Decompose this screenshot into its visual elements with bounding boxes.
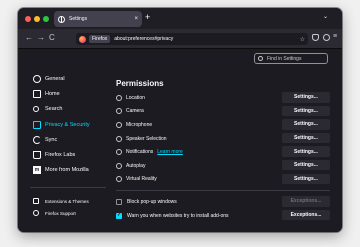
permission-row-camera: Camera Settings... xyxy=(116,105,330,119)
category-sidebar: General Home Search Privacy & Security S… xyxy=(30,71,110,178)
autoplay-settings-button[interactable]: Settings... xyxy=(282,159,330,171)
new-tab-button[interactable]: + xyxy=(145,12,150,22)
microphone-icon xyxy=(116,121,122,128)
flask-icon xyxy=(33,151,41,160)
permission-label: Virtual Reality xyxy=(126,176,157,183)
block-popups-label[interactable]: Block pop-up windows xyxy=(127,199,177,205)
sidebar-item-label: More from Mozilla xyxy=(45,167,89,174)
tab-title: Settings xyxy=(69,16,88,22)
navigation-toolbar: ← → C Firefox about:preferences#privacy … xyxy=(18,29,342,49)
sidebar-item-label: Firefox Labs xyxy=(45,152,76,159)
puzzle-icon xyxy=(33,198,39,204)
reload-button[interactable]: C xyxy=(49,33,55,42)
tab-bar: Settings × + ⌄ xyxy=(18,8,342,29)
learn-more-link[interactable]: Learn more xyxy=(157,149,183,155)
permission-row-microphone: Microphone Settings... xyxy=(116,118,330,132)
zoom-window-button[interactable] xyxy=(43,16,49,22)
sidebar-item-general[interactable]: General xyxy=(30,71,110,86)
back-button[interactable]: ← xyxy=(25,33,33,42)
preferences-page: Find in Settings General Home Search Pri… xyxy=(18,49,342,232)
settings-tab-icon xyxy=(58,15,65,23)
microphone-settings-button[interactable]: Settings... xyxy=(282,119,330,130)
sidebar-item-label: Home xyxy=(45,90,60,97)
sidebar-item-label: Privacy & Security xyxy=(45,121,90,128)
sidebar-item-label: Firefox Support xyxy=(45,210,76,216)
permission-label: Camera xyxy=(126,108,144,115)
warn-addons-label[interactable]: Warn you when websites try to install ad… xyxy=(127,213,229,219)
gear-icon xyxy=(33,74,41,83)
app-menu-button[interactable]: ≡ xyxy=(333,33,337,40)
notifications-settings-button[interactable]: Settings... xyxy=(282,146,330,157)
browser-window: Settings × + ⌄ ← → C Firefox about:prefe… xyxy=(18,8,342,232)
sidebar-item-more-from-mozilla[interactable]: m More from Mozilla xyxy=(30,163,110,178)
popup-exceptions-button[interactable]: Exceptions... xyxy=(282,196,330,207)
search-icon xyxy=(33,106,39,113)
sidebar-divider xyxy=(30,187,106,188)
home-icon xyxy=(33,89,41,98)
virtual-reality-settings-button[interactable]: Settings... xyxy=(282,173,330,185)
permission-label: Autoplay xyxy=(126,162,146,169)
sidebar-item-search[interactable]: Search xyxy=(30,102,110,117)
minimize-window-button[interactable] xyxy=(34,16,40,22)
camera-settings-button[interactable]: Settings... xyxy=(282,105,330,117)
sidebar-item-home[interactable]: Home xyxy=(30,86,110,101)
sidebar-item-sync[interactable]: Sync xyxy=(30,132,110,147)
block-popups-checkbox[interactable] xyxy=(116,198,122,205)
sync-icon xyxy=(33,135,41,144)
warn-addons-checkbox[interactable] xyxy=(116,212,122,219)
sidebar-item-label: General xyxy=(45,75,65,82)
block-popups-row: Block pop-up windows Exceptions... xyxy=(116,195,330,209)
permission-row-speaker: Speaker Selection Settings... xyxy=(116,132,330,146)
search-icon xyxy=(258,56,263,61)
shield-icon[interactable] xyxy=(312,34,319,41)
camera-icon xyxy=(116,108,122,115)
close-tab-icon[interactable]: × xyxy=(134,16,138,22)
sidebar-item-firefox-support[interactable]: Firefox Support xyxy=(30,207,110,219)
tab-settings[interactable]: Settings × xyxy=(54,11,142,27)
help-icon xyxy=(33,210,39,216)
permission-label: Speaker Selection xyxy=(126,135,167,142)
permission-label: Microphone xyxy=(126,121,153,128)
permission-row-autoplay: Autoplay Settings... xyxy=(116,159,330,173)
sidebar-footer: Extensions & Themes Firefox Support xyxy=(30,195,110,219)
permission-label: Location xyxy=(126,94,145,101)
section-title: Permissions xyxy=(116,79,164,88)
sidebar-item-label: Extensions & Themes xyxy=(45,198,89,204)
search-input[interactable]: Find in Settings xyxy=(267,56,301,62)
tab-list-button[interactable]: ⌄ xyxy=(323,13,328,20)
location-icon xyxy=(116,94,122,101)
addon-exceptions-button[interactable]: Exceptions... xyxy=(282,209,330,221)
find-in-settings-field[interactable]: Find in Settings xyxy=(254,53,328,64)
permissions-section: Permissions Location Settings... Camera … xyxy=(116,79,330,222)
sidebar-item-privacy[interactable]: Privacy & Security xyxy=(30,117,110,132)
forward-button[interactable]: → xyxy=(37,33,45,42)
autoplay-icon xyxy=(116,162,122,169)
url-text[interactable]: about:preferences#privacy xyxy=(114,36,299,42)
warn-addons-row: Warn you when websites try to install ad… xyxy=(116,209,330,223)
bookmark-star-icon[interactable]: ☆ xyxy=(300,36,305,43)
url-bar[interactable]: Firefox about:preferences#privacy ☆ xyxy=(76,33,308,45)
account-icon[interactable] xyxy=(323,34,330,41)
section-divider xyxy=(116,190,330,192)
firefox-logo-icon xyxy=(79,35,86,43)
permission-row-virtual-reality: Virtual Reality Settings... xyxy=(116,173,330,187)
close-window-button[interactable] xyxy=(25,16,31,22)
permission-row-notifications: Notifications Learn more Settings... xyxy=(116,145,330,159)
lock-icon xyxy=(33,120,41,129)
sidebar-item-label: Search xyxy=(45,106,63,113)
vr-icon xyxy=(116,176,122,183)
notification-icon xyxy=(116,149,122,156)
sidebar-item-extensions-themes[interactable]: Extensions & Themes xyxy=(30,195,110,207)
sidebar-item-firefox-labs[interactable]: Firefox Labs xyxy=(30,147,110,162)
identity-box[interactable]: Firefox xyxy=(89,35,111,43)
location-settings-button[interactable]: Settings... xyxy=(282,92,330,103)
permission-row-location: Location Settings... xyxy=(116,91,330,105)
mozilla-icon: m xyxy=(33,166,41,175)
speaker-icon xyxy=(116,135,122,142)
sidebar-item-label: Sync xyxy=(45,136,58,143)
speaker-settings-button[interactable]: Settings... xyxy=(282,132,330,144)
permission-label: Notifications xyxy=(126,149,154,156)
